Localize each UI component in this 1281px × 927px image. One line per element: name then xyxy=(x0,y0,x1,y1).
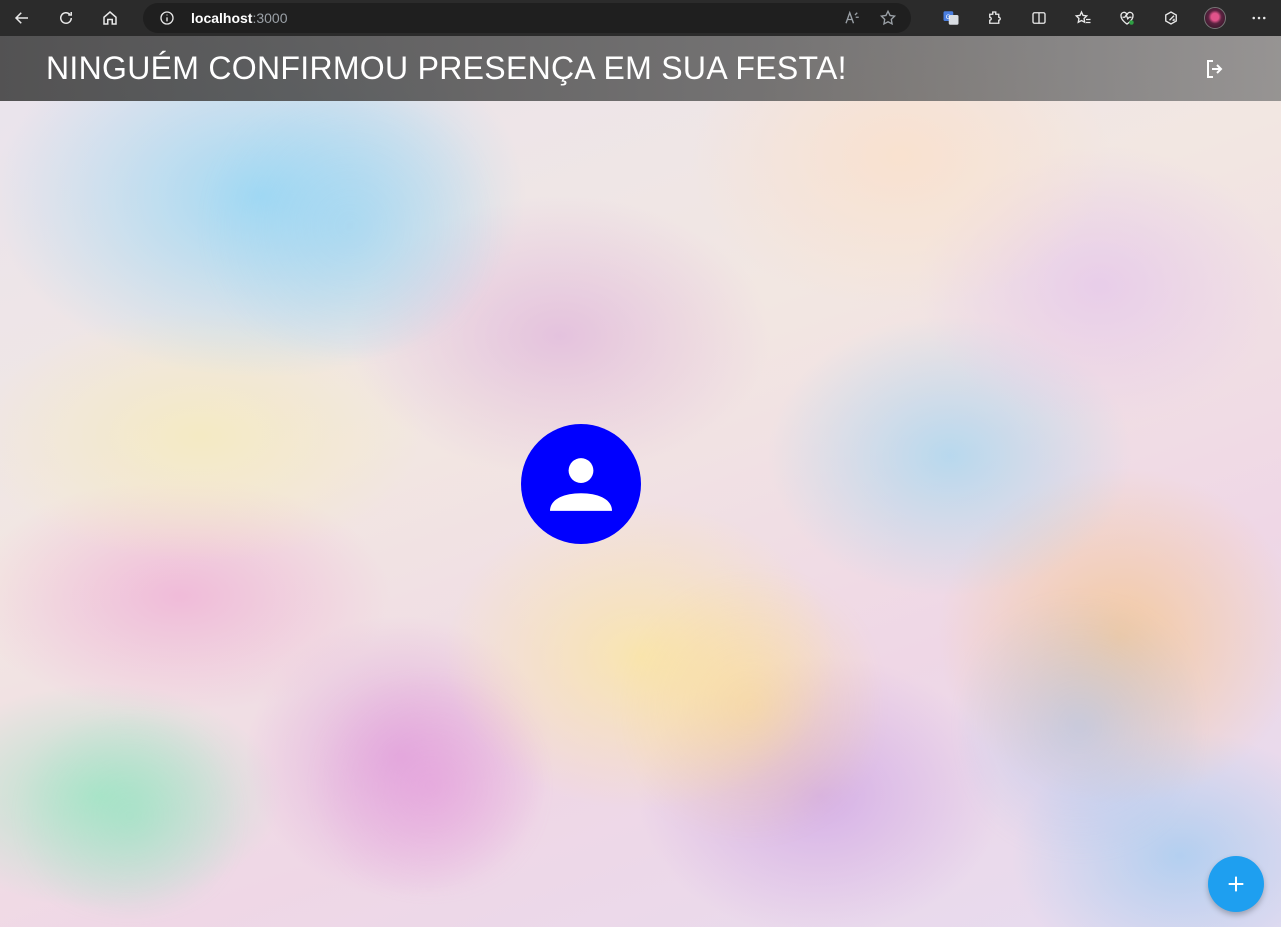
copilot-icon xyxy=(1165,11,1177,25)
add-guest-button[interactable] xyxy=(1208,856,1264,912)
home-button[interactable] xyxy=(88,0,132,36)
logout-button[interactable] xyxy=(1201,56,1229,82)
favorite-star-icon[interactable] xyxy=(879,9,897,27)
background-swirl xyxy=(960,576,1200,876)
url-port: :3000 xyxy=(252,10,288,26)
read-aloud-icon[interactable] xyxy=(843,9,861,27)
background-swirl xyxy=(300,676,560,896)
plus-icon xyxy=(1228,876,1244,892)
translate-button[interactable]: G xyxy=(929,0,973,36)
person-icon xyxy=(550,458,612,511)
browser-toolbar: localhost:3000 G xyxy=(0,0,1281,36)
background-swirl xyxy=(0,716,260,916)
page-title: NINGUÉM CONFIRMOU PRESENÇA EM SUA FESTA! xyxy=(46,50,847,86)
profile-button[interactable] xyxy=(1193,0,1237,36)
more-button[interactable] xyxy=(1237,0,1281,36)
home-icon xyxy=(103,11,117,25)
profile-avatar xyxy=(1204,7,1226,29)
address-bar[interactable]: localhost:3000 xyxy=(143,3,911,33)
refresh-icon xyxy=(60,12,72,24)
url-host: localhost xyxy=(191,10,253,26)
background-swirl xyxy=(620,556,880,856)
split-screen-icon xyxy=(1032,12,1046,24)
browser-essentials-icon xyxy=(1120,11,1134,25)
browser-essentials-button[interactable] xyxy=(1105,0,1149,36)
back-icon xyxy=(14,12,28,24)
favorites-icon xyxy=(1074,10,1091,24)
logout-icon xyxy=(1207,60,1223,78)
svg-text:G: G xyxy=(946,14,951,21)
translate-icon: G xyxy=(943,11,959,25)
favorites-button[interactable] xyxy=(1061,0,1105,36)
page-viewport: NINGUÉM CONFIRMOU PRESENÇA EM SUA FESTA! xyxy=(0,36,1281,927)
split-screen-button[interactable] xyxy=(1017,0,1061,36)
more-icon xyxy=(1252,16,1266,20)
background-swirl xyxy=(180,96,520,356)
extensions-icon xyxy=(989,11,1001,24)
copilot-button[interactable] xyxy=(1149,0,1193,36)
guest-avatar xyxy=(521,424,641,544)
app-header: NINGUÉM CONFIRMOU PRESENÇA EM SUA FESTA! xyxy=(0,36,1281,101)
extensions-button[interactable] xyxy=(973,0,1017,36)
refresh-button[interactable] xyxy=(44,0,88,36)
back-button[interactable] xyxy=(0,0,44,36)
info-icon[interactable] xyxy=(159,10,175,26)
